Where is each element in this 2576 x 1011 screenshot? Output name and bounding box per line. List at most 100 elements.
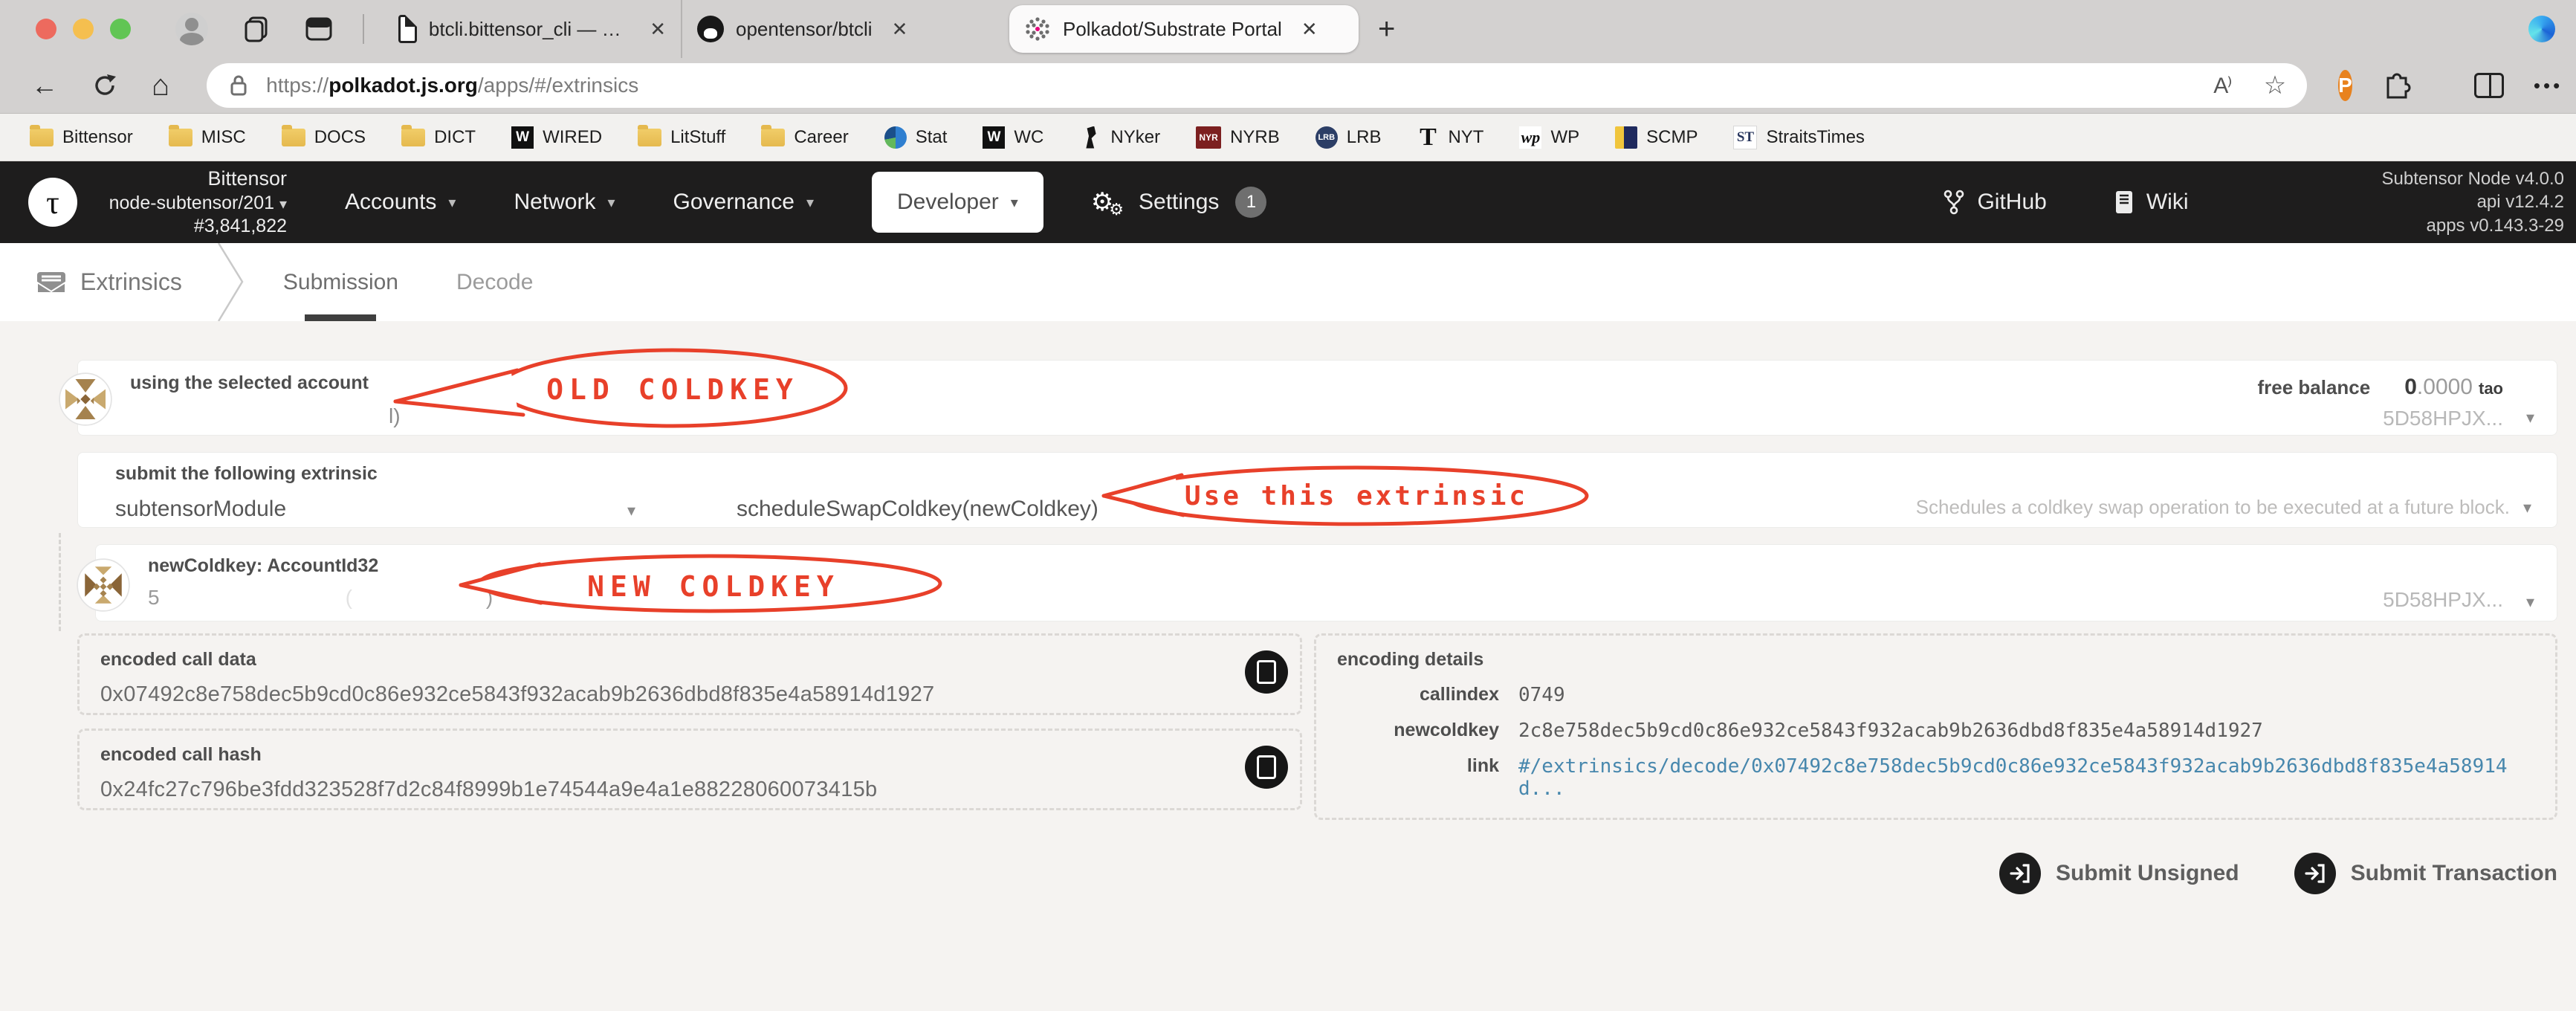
bookmark-wc[interactable]: W WC — [983, 126, 1043, 149]
method-description-block: Schedules a coldkey swap operation to be… — [1916, 496, 2531, 519]
bookmark-folder-docs[interactable]: DOCS — [281, 124, 366, 148]
encoded-call-data-label: encoded call data — [100, 649, 256, 670]
split-screen-icon[interactable] — [2473, 73, 2504, 98]
close-tab-icon[interactable]: ✕ — [650, 18, 666, 41]
bookmark-lrb[interactable]: LRB LRB — [1315, 126, 1381, 149]
close-tab-icon[interactable]: ✕ — [892, 18, 908, 41]
chain-logo[interactable]: τ — [28, 178, 77, 227]
close-tab-icon[interactable]: ✕ — [1301, 18, 1318, 41]
stat-icon — [884, 126, 907, 149]
mail-icon — [36, 271, 66, 294]
newyorker-icon — [1079, 126, 1101, 149]
nyt-icon: T — [1420, 123, 1437, 151]
sign-in-arrow-icon — [2294, 853, 2336, 894]
bookmark-folder-bittensor[interactable]: Bittensor — [30, 124, 133, 148]
chevron-down-icon: ▾ — [279, 196, 287, 213]
bookmark-stat[interactable]: Stat — [884, 126, 947, 149]
home-button[interactable]: ⌂ — [152, 71, 169, 100]
folder-icon — [638, 124, 662, 146]
back-button[interactable]: ← — [31, 72, 58, 99]
account-select-row[interactable]: using the selected account l) free balan… — [59, 360, 2557, 436]
menu-developer[interactable]: Developer ▾ — [872, 172, 1043, 233]
settings-badge: 1 — [1235, 187, 1267, 218]
reload-button[interactable] — [91, 71, 119, 100]
bookmark-wapo[interactable]: wp WP — [1519, 126, 1579, 149]
bookmark-nyrb[interactable]: NYR NYRB — [1196, 126, 1280, 149]
browser-tab-btcli-docs[interactable]: btcli.bittensor_cli — BTCLI Docs ✕ — [384, 0, 681, 58]
tab-submission[interactable]: Submission — [279, 243, 403, 321]
param-label: newColdkey: AccountId32 — [148, 555, 379, 576]
subnav-tabs: Submission Decode — [279, 243, 537, 321]
bookmark-folder-litstuff[interactable]: LitStuff — [638, 124, 725, 148]
copy-call-data-button[interactable] — [1245, 650, 1288, 694]
zoom-window-button[interactable] — [110, 19, 131, 39]
encoded-call-data-value: 0x07492c8e758dec5b9cd0c86e932ce5843f932a… — [100, 682, 935, 706]
close-window-button[interactable] — [36, 19, 56, 39]
submit-unsigned-button[interactable]: Submit Unsigned — [1999, 853, 2239, 894]
github-icon — [697, 16, 724, 42]
page-subnav: Extrinsics Submission Decode — [0, 243, 2576, 321]
extensions-puzzle-icon[interactable] — [2382, 71, 2412, 100]
divider — [363, 14, 364, 44]
github-link[interactable]: GitHub — [1943, 190, 2047, 215]
bookmarks-bar: Bittensor MISC DOCS DICT W WIRED LitStuff… — [0, 114, 2576, 161]
method-select[interactable]: scheduleSwapColdkey(newColdkey) — [737, 497, 1098, 522]
browser-tab-polkadot-portal[interactable]: Polkadot/Substrate Portal ✕ — [1009, 5, 1359, 53]
tab-decode[interactable]: Decode — [452, 243, 537, 321]
chevron-down-icon[interactable]: ▾ — [2526, 408, 2534, 427]
newcoldkey-param-row[interactable]: newColdkey: AccountId32 5() ▾ 5D58HPJX..… — [59, 533, 2557, 631]
chevron-down-icon: ▾ — [1010, 194, 1018, 211]
document-icon — [398, 15, 417, 43]
network-info[interactable]: Bittensor node-subtensor/201 ▾ #3,841,82… — [94, 167, 287, 238]
param-value-fragment: 5() — [148, 586, 493, 609]
menu-governance[interactable]: Governance ▾ — [673, 190, 814, 215]
sidebar-toggle-icon[interactable] — [305, 16, 333, 42]
lock-icon — [227, 73, 250, 98]
folder-icon — [401, 124, 426, 146]
minimize-window-button[interactable] — [73, 19, 94, 39]
tab-overview-icon[interactable] — [242, 15, 271, 43]
address-bar[interactable]: https://polkadot.js.org/apps/#/extrinsic… — [207, 63, 2308, 108]
extrinsic-label: submit the following extrinsic — [115, 463, 378, 484]
bookmark-nyt[interactable]: T NYT — [1417, 123, 1483, 151]
bookmark-newyorker[interactable]: NYker — [1079, 126, 1160, 149]
account-balance-block: free balance 0.0000 tao 5D58HPJX... — [2257, 371, 2503, 433]
sign-in-arrow-icon — [1999, 853, 2041, 894]
wiki-link[interactable]: Wiki — [2114, 190, 2189, 215]
nyrb-icon: NYR — [1196, 126, 1222, 149]
bookmark-wired[interactable]: W WIRED — [511, 126, 602, 149]
divider — [217, 243, 244, 321]
detail-key: newcoldkey — [1394, 720, 1499, 740]
browser-tab-opentensor[interactable]: opentensor/btcli ✕ — [681, 0, 1009, 58]
section-title: Extrinsics — [36, 268, 182, 296]
chevron-down-icon[interactable]: ▾ — [2526, 592, 2534, 612]
polkadot-icon — [1024, 16, 1051, 42]
decode-link[interactable]: #/extrinsics/decode/0x07492c8e758dec5b9c… — [1518, 755, 2534, 800]
submit-actions: Submit Unsigned Submit Transaction — [77, 853, 2557, 894]
read-aloud-icon[interactable]: A⁾ — [2213, 73, 2232, 99]
menu-accounts[interactable]: Accounts ▾ — [345, 190, 456, 215]
copy-call-hash-button[interactable] — [1245, 746, 1288, 789]
module-select[interactable]: subtensorModule ▾ — [115, 497, 665, 522]
bookmark-folder-career[interactable]: Career — [761, 124, 849, 148]
chevron-down-icon: ▾ — [448, 194, 456, 211]
copilot-icon[interactable] — [2528, 16, 2555, 42]
menu-settings[interactable]: ⚙⚙ Settings 1 — [1091, 187, 1267, 218]
bookmark-scmp[interactable]: SCMP — [1615, 126, 1698, 149]
bookmark-folder-misc[interactable]: MISC — [168, 124, 246, 148]
copy-icon — [1257, 656, 1283, 684]
bookmark-folder-dict[interactable]: DICT — [401, 124, 476, 148]
straitstimes-icon: ST — [1733, 125, 1758, 149]
profile-avatar-icon[interactable] — [175, 13, 208, 45]
extension-badge-icon[interactable]: P — [2338, 70, 2352, 101]
chevron-down-icon[interactable]: ▾ — [2523, 498, 2531, 517]
gear-icon: ⚙⚙ — [1090, 188, 1124, 219]
tab-title: btcli.bittensor_cli — BTCLI Docs — [428, 17, 630, 40]
submit-transaction-button[interactable]: Submit Transaction — [2294, 853, 2557, 894]
favorite-star-icon[interactable]: ☆ — [2264, 71, 2286, 100]
menu-network[interactable]: Network ▾ — [514, 190, 615, 215]
more-menu-icon[interactable]: ••• — [2534, 74, 2563, 97]
bookmark-straitstimes[interactable]: ST StraitsTimes — [1733, 125, 1865, 149]
new-tab-button[interactable]: + — [1378, 13, 1395, 46]
account-identicon — [59, 372, 112, 430]
